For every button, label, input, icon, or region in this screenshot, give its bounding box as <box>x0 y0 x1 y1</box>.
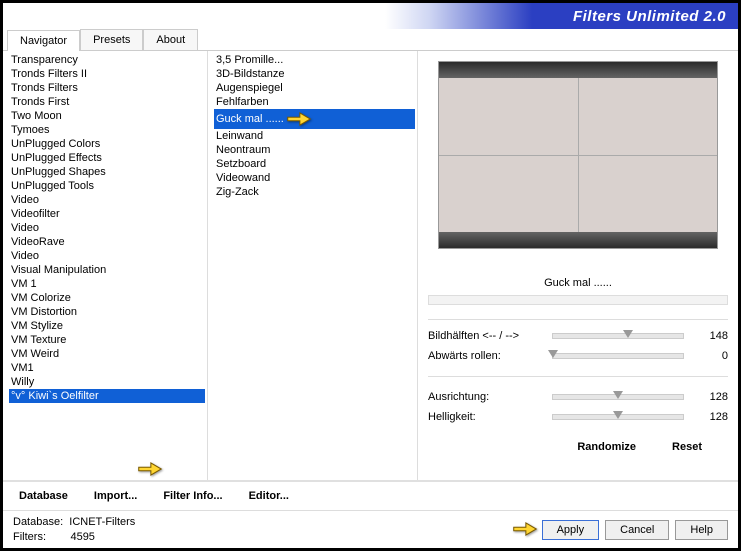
list-item[interactable]: 3,5 Promille... <box>214 53 415 67</box>
list-item[interactable]: UnPlugged Shapes <box>9 165 205 179</box>
footer-buttons: Apply Cancel Help <box>514 520 728 540</box>
list-item[interactable]: VideoRave <box>9 235 205 249</box>
param-slider[interactable] <box>552 333 684 339</box>
list-item[interactable]: Guck mal ...... <box>214 109 415 129</box>
editor-button[interactable]: Editor... <box>249 490 289 502</box>
right-button-row: Randomize Reset <box>428 431 728 459</box>
param-slider[interactable] <box>552 394 684 400</box>
status-bar: Database: ICNET-Filters Filters: 4595 Ap… <box>3 510 738 548</box>
cancel-button[interactable]: Cancel <box>605 520 669 540</box>
list-item[interactable]: VM Texture <box>9 333 205 347</box>
list-item[interactable]: Zig-Zack <box>214 185 415 199</box>
progress-bar <box>428 295 728 305</box>
app-title: Filters Unlimited 2.0 <box>573 8 726 25</box>
reset-button[interactable]: Reset <box>672 441 702 453</box>
param-label: Helligkeit: <box>428 411 538 423</box>
list-item[interactable]: UnPlugged Tools <box>9 179 205 193</box>
param-value: 148 <box>698 330 728 342</box>
list-item[interactable]: °v° Kiwi`s Oelfilter <box>9 389 205 403</box>
param-slider[interactable] <box>552 414 684 420</box>
filter-list[interactable]: 3,5 Promille...3D-BildstanzeAugenspiegel… <box>208 51 417 480</box>
tab-presets[interactable]: Presets <box>80 29 143 50</box>
tab-bar: NavigatorPresetsAbout <box>3 29 738 51</box>
list-item[interactable]: Tronds Filters <box>9 81 205 95</box>
main-area: TransparencyTronds Filters IITronds Filt… <box>3 51 738 480</box>
app-window: Filters Unlimited 2.0 NavigatorPresetsAb… <box>0 0 741 551</box>
tab-navigator[interactable]: Navigator <box>7 30 80 51</box>
highlight-hand-icon <box>514 520 538 538</box>
list-item[interactable]: 3D-Bildstanze <box>214 67 415 81</box>
randomize-button[interactable]: Randomize <box>577 441 636 453</box>
list-item[interactable]: VM Stylize <box>9 319 205 333</box>
list-item[interactable]: Setzboard <box>214 157 415 171</box>
params-area: Bildhälften <-- / --> 148 Abwärts rollen: 0… <box>428 326 728 427</box>
highlight-hand-icon <box>288 110 312 128</box>
list-item[interactable]: VM Distortion <box>9 305 205 319</box>
list-item[interactable]: Videofilter <box>9 207 205 221</box>
apply-button[interactable]: Apply <box>542 520 600 540</box>
param-label: Ausrichtung: <box>428 391 538 403</box>
list-item[interactable]: Neontraum <box>214 143 415 157</box>
list-item[interactable]: VM Weird <box>9 347 205 361</box>
param-row: Bildhälften <-- / --> 148 <box>428 326 728 346</box>
param-row: Helligkeit: 128 <box>428 407 728 427</box>
list-item[interactable]: Leinwand <box>214 129 415 143</box>
list-item[interactable]: VM1 <box>9 361 205 375</box>
param-value: 0 <box>698 350 728 362</box>
title-bar: Filters Unlimited 2.0 <box>3 3 738 29</box>
list-item[interactable]: VM 1 <box>9 277 205 291</box>
list-item[interactable]: Tymoes <box>9 123 205 137</box>
param-label: Abwärts rollen: <box>428 350 538 362</box>
current-filter-name: Guck mal ...... <box>428 277 728 289</box>
status-text: Database: ICNET-Filters Filters: 4595 <box>13 515 135 544</box>
list-item[interactable]: Transparency <box>9 53 205 67</box>
category-list[interactable]: TransparencyTronds Filters IITronds Filt… <box>3 51 207 480</box>
list-item[interactable]: Fehlfarben <box>214 95 415 109</box>
param-label: Bildhälften <-- / --> <box>428 330 538 342</box>
list-item[interactable]: UnPlugged Effects <box>9 151 205 165</box>
list-item[interactable]: Willy <box>9 375 205 389</box>
filterinfo-button[interactable]: Filter Info... <box>163 490 222 502</box>
highlight-hand-icon <box>139 460 163 478</box>
category-panel: TransparencyTronds Filters IITronds Filt… <box>3 51 208 480</box>
list-item[interactable]: Videowand <box>214 171 415 185</box>
preview-panel: Guck mal ...... Bildhälften <-- / --> 148… <box>418 51 738 480</box>
param-value: 128 <box>698 411 728 423</box>
body: NavigatorPresetsAbout TransparencyTronds… <box>3 29 738 548</box>
list-item[interactable]: Video <box>9 221 205 235</box>
import-button[interactable]: Import... <box>94 490 137 502</box>
param-row: Abwärts rollen: 0 <box>428 346 728 366</box>
list-item[interactable]: Video <box>9 249 205 263</box>
param-row: Ausrichtung: 128 <box>428 387 728 407</box>
bottom-button-row: Database Import... Filter Info... Editor... <box>3 480 738 510</box>
database-button[interactable]: Database <box>19 490 68 502</box>
list-item[interactable]: VM Colorize <box>9 291 205 305</box>
param-slider[interactable] <box>552 353 684 359</box>
list-item[interactable]: Tronds First <box>9 95 205 109</box>
list-item[interactable]: Visual Manipulation <box>9 263 205 277</box>
list-item[interactable]: Tronds Filters II <box>9 67 205 81</box>
param-value: 128 <box>698 391 728 403</box>
list-item[interactable]: Two Moon <box>9 109 205 123</box>
help-button[interactable]: Help <box>675 520 728 540</box>
list-item[interactable]: Video <box>9 193 205 207</box>
list-item[interactable]: Augenspiegel <box>214 81 415 95</box>
list-item[interactable]: UnPlugged Colors <box>9 137 205 151</box>
preview-image <box>438 61 718 249</box>
filter-panel: 3,5 Promille...3D-BildstanzeAugenspiegel… <box>208 51 418 480</box>
tab-about[interactable]: About <box>143 29 198 50</box>
